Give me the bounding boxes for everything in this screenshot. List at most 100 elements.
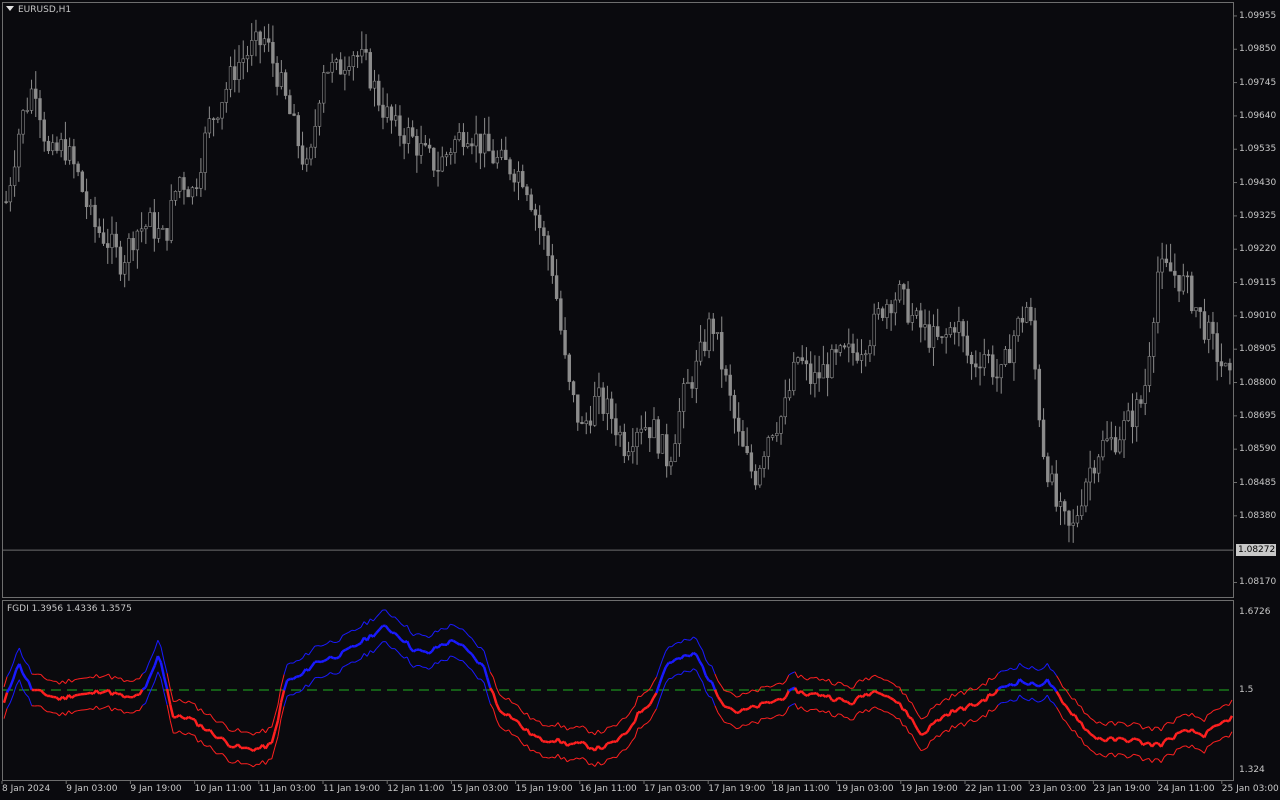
indicator-tick-label: 1.324 — [1239, 764, 1265, 775]
fgdi-lower-band — [957, 722, 962, 726]
candle — [618, 425, 622, 447]
fgdi-lower-band — [90, 708, 94, 711]
fgdi-upper-band — [212, 718, 217, 723]
fgdi-upper-band — [806, 677, 811, 681]
candle-body — [211, 118, 216, 120]
fgdi-main-line — [2, 692, 9, 704]
price-tick-label: 1.08905 — [1239, 344, 1277, 355]
fgdi-lower-band — [425, 667, 429, 670]
candle — [423, 134, 428, 147]
candle-body — [580, 422, 584, 425]
candle-body — [1207, 321, 1211, 340]
fgdi-main-line — [1206, 727, 1212, 732]
fgdi-upper-band — [132, 678, 137, 682]
candle-body — [749, 452, 754, 472]
fgdi-upper-band — [1133, 722, 1137, 724]
fgdi-main-line — [1197, 732, 1202, 736]
fgdi-main-line — [926, 724, 932, 733]
fgdi-main-line — [597, 745, 602, 751]
candle-body — [76, 163, 80, 173]
fgdi-main-line — [738, 708, 744, 714]
candle — [902, 282, 906, 305]
fgdi-lower-band — [385, 641, 390, 646]
fgdi-upper-band — [120, 677, 125, 682]
fgdi-upper-band — [1157, 727, 1162, 732]
fgdi-lower-band — [1096, 753, 1100, 756]
fgdi-upper-band — [785, 674, 790, 682]
dropdown-triangle-icon[interactable] — [6, 6, 14, 11]
candle — [533, 203, 538, 231]
fgdi-upper-band — [237, 728, 242, 733]
candle-body — [593, 396, 597, 426]
candle — [635, 427, 639, 465]
fgdi-main-line — [221, 736, 227, 743]
candle-body — [114, 233, 118, 248]
fgdi-main-line — [282, 679, 289, 691]
fgdi-upper-band — [960, 690, 965, 695]
fgdi-lower-band — [102, 706, 106, 709]
fgdi-lower-band — [982, 715, 987, 718]
price-tick-label: 1.09220 — [1239, 244, 1277, 255]
candle-body — [254, 31, 258, 41]
candle — [220, 101, 224, 130]
fgdi-lower-band — [1025, 699, 1030, 702]
fgdi-main-line — [813, 691, 817, 695]
candle-body — [216, 117, 220, 120]
fgdi-lower-band — [176, 730, 180, 734]
candle-body — [279, 72, 284, 87]
fgdi-upper-band — [299, 657, 303, 661]
fgdi-upper-band — [1139, 724, 1144, 730]
candle — [537, 205, 542, 245]
candle-body — [1029, 306, 1033, 322]
candle-body — [482, 133, 487, 154]
fgdi-lower-band — [582, 757, 586, 761]
fgdi-main-line — [292, 675, 298, 680]
candle-body — [652, 419, 656, 439]
fgdi-main-line — [827, 694, 833, 701]
candle-body — [597, 387, 601, 397]
candle-body — [711, 318, 715, 334]
fgdi-lower-band — [1013, 700, 1017, 702]
fgdi-lower-band — [1043, 694, 1048, 700]
fgdi-upper-band — [939, 700, 944, 706]
candle — [728, 364, 732, 411]
fgdi-lower-band — [899, 718, 904, 726]
fgdi-upper-band — [800, 674, 805, 679]
candle — [25, 97, 29, 114]
candle — [893, 292, 898, 326]
candle-body — [1156, 271, 1160, 323]
candle-body — [978, 366, 982, 369]
fgdi-main-line — [630, 720, 636, 727]
fgdi-upper-band — [880, 677, 885, 681]
chart-canvas[interactable] — [0, 0, 1280, 800]
candle — [1084, 478, 1088, 513]
candle — [1063, 499, 1067, 525]
time-tick-label: 18 Jan 11:00 — [772, 784, 830, 794]
fgdi-main-line — [446, 639, 452, 646]
candle-body — [775, 433, 779, 436]
fgdi-upper-band — [957, 690, 962, 694]
fgdi-upper-band — [923, 715, 928, 719]
fgdi-lower-band — [963, 721, 968, 727]
candle — [228, 56, 233, 98]
time-tick-label: 15 Jan 03:00 — [451, 784, 509, 794]
candle-body — [1113, 437, 1118, 453]
time-tick-label: 9 Jan 19:00 — [130, 784, 182, 794]
fgdi-upper-band — [1043, 663, 1048, 668]
fgdi-lower-band — [554, 753, 559, 759]
fgdi-upper-band — [126, 680, 131, 682]
candle-body — [880, 308, 885, 318]
indicator-tick-label: 1.5 — [1239, 685, 1254, 695]
fgdi-lower-band — [292, 692, 297, 696]
candle-body — [1211, 321, 1215, 334]
fgdi-lower-band — [834, 713, 839, 718]
fgdi-upper-band — [6, 670, 11, 677]
fgdi-upper-band — [511, 702, 516, 705]
fgdi-upper-band — [523, 712, 528, 715]
symbol-title[interactable]: EURUSD,H1 — [6, 5, 71, 15]
candle — [84, 178, 89, 220]
fgdi-main-line — [581, 740, 587, 745]
fgdi-upper-band — [1121, 721, 1125, 724]
fgdi-main-line — [603, 742, 609, 749]
candle — [876, 302, 881, 320]
